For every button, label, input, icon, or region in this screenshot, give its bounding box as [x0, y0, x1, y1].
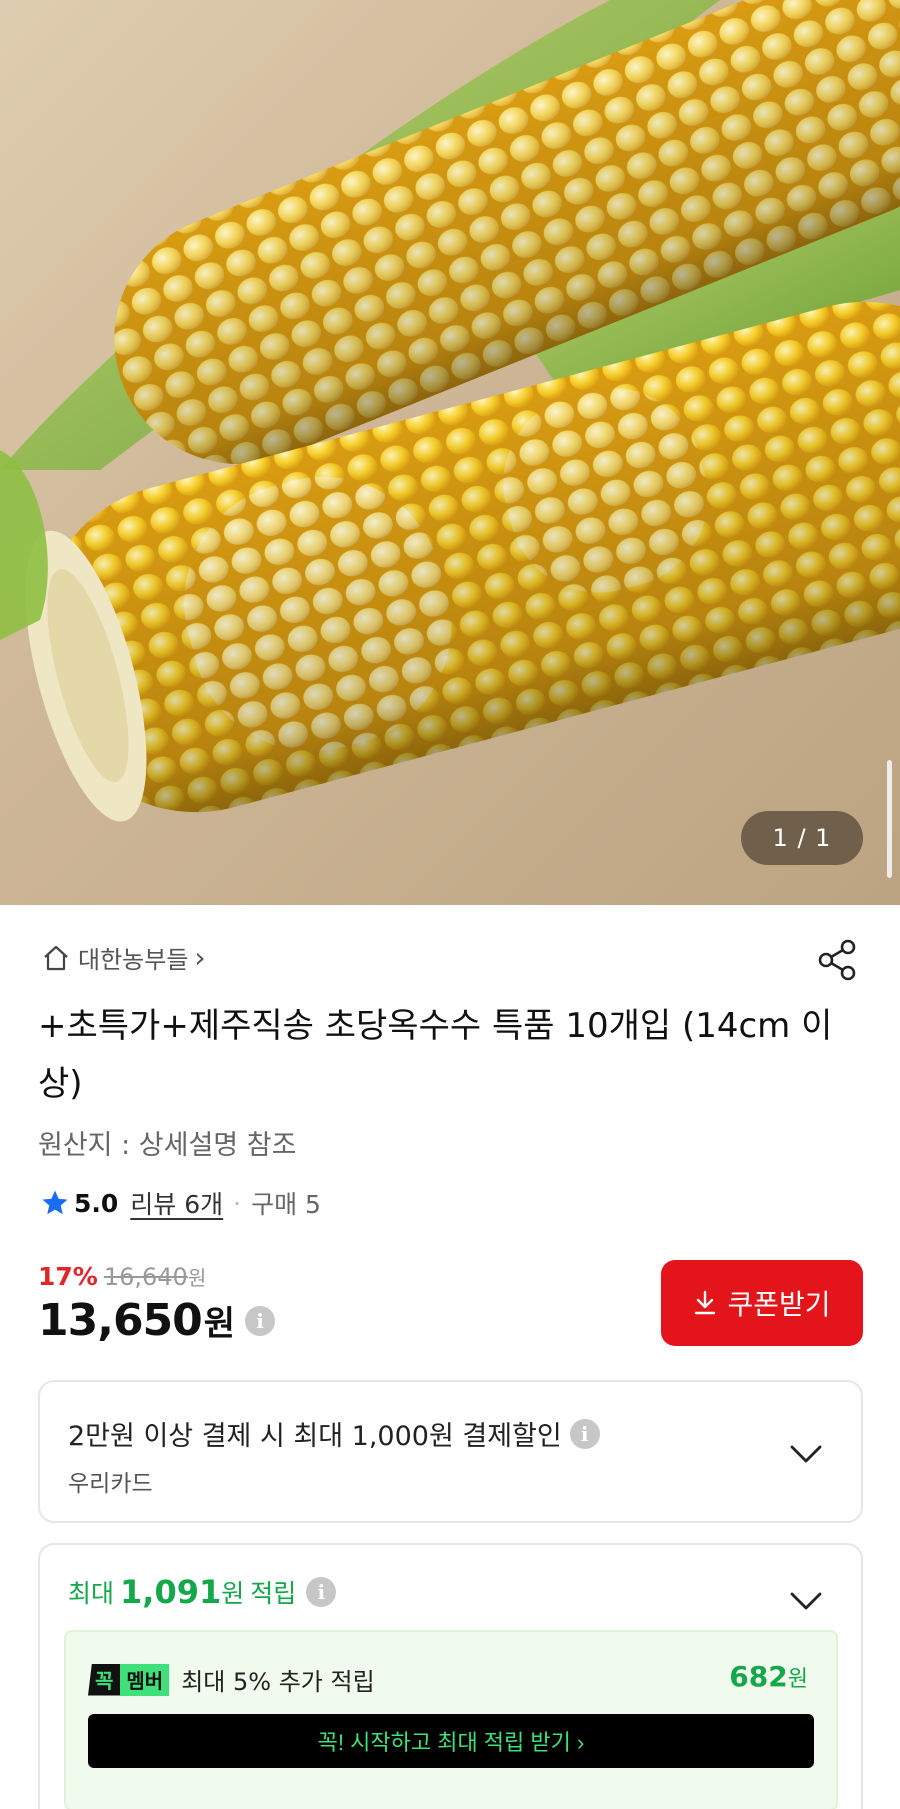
sale-price: 13,650 [38, 1295, 203, 1346]
price-block: 17% 16,640 원 13,650 원 i [38, 1262, 276, 1346]
points-prefix: 최대 [68, 1579, 115, 1608]
original-price: 16,640 [103, 1263, 188, 1291]
product-origin: 원산지 : 상세설명 참조 [38, 1130, 297, 1161]
home-icon [44, 945, 68, 970]
download-icon [695, 1290, 716, 1315]
chevron-down-icon[interactable] [789, 1444, 823, 1464]
points-panel: 최대 1,091 원 적립 i 꼭 멤버 최대 5% 추가 적립 682원 꼭!… [38, 1543, 863, 1809]
member-points-unit: 원 [787, 1667, 808, 1692]
card-discount-text: 2만원 이상 결제 시 최대 1,000원 결제할인 [68, 1421, 562, 1452]
points-summary: 최대 1,091 원 적립 i [68, 1573, 337, 1611]
chevron-down-icon[interactable] [789, 1591, 823, 1611]
member-points-amount: 682 [729, 1660, 788, 1693]
chevron-right-icon: › [194, 941, 206, 974]
rating-row: 5.0 리뷰 6개 · 구매 5 [40, 1185, 321, 1221]
image-scrollbar[interactable] [887, 760, 892, 878]
member-points: 682원 [729, 1660, 808, 1693]
coupon-button[interactable]: 쿠폰받기 [661, 1260, 863, 1346]
card-name: 우리카드 [68, 1471, 153, 1497]
sale-price-unit: 원 [203, 1304, 236, 1344]
product-image[interactable]: 1 / 1 [0, 0, 900, 905]
member-badge-left: 꼭 [88, 1663, 121, 1696]
member-badge: 꼭 멤버 [88, 1663, 170, 1696]
membership-box: 꼭 멤버 최대 5% 추가 적립 682원 꼭! 시작하고 최대 적립 받기 › [64, 1630, 838, 1809]
info-icon[interactable]: i [306, 1577, 337, 1607]
points-suffix: 적립 [250, 1579, 297, 1608]
points-unit: 원 [221, 1579, 245, 1608]
member-badge-right: 멤버 [120, 1663, 170, 1696]
review-count-link[interactable]: 리뷰 6개 [130, 1185, 223, 1221]
purchase-count: 구매 5 [251, 1190, 321, 1219]
start-membership-button[interactable]: 꼭! 시작하고 최대 적립 받기 › [88, 1714, 814, 1768]
star-icon [42, 1190, 68, 1215]
image-counter: 1 / 1 [741, 811, 863, 865]
points-amount: 1,091 [120, 1573, 222, 1611]
card-discount-panel[interactable]: 2만원 이상 결제 시 최대 1,000원 결제할인 i 우리카드 [38, 1380, 863, 1523]
info-icon[interactable]: i [569, 1418, 600, 1449]
seller-name: 대한농부들 [78, 946, 189, 974]
separator-dot: · [233, 1188, 242, 1218]
seller-link[interactable]: 대한농부들 › [40, 940, 206, 975]
discount-rate: 17% [38, 1262, 98, 1291]
product-title: +초특가+제주직송 초당옥수수 특품 10개입 (14cm 이상) [38, 1006, 833, 1104]
original-price-unit: 원 [187, 1266, 207, 1290]
member-benefit-text: 최대 5% 추가 적립 [181, 1668, 375, 1696]
corn-illustration [0, 0, 900, 822]
coupon-button-label: 쿠폰받기 [727, 1289, 831, 1320]
rating-score: 5.0 [74, 1188, 119, 1218]
share-icon[interactable] [816, 938, 860, 982]
info-icon[interactable]: i [245, 1305, 276, 1336]
